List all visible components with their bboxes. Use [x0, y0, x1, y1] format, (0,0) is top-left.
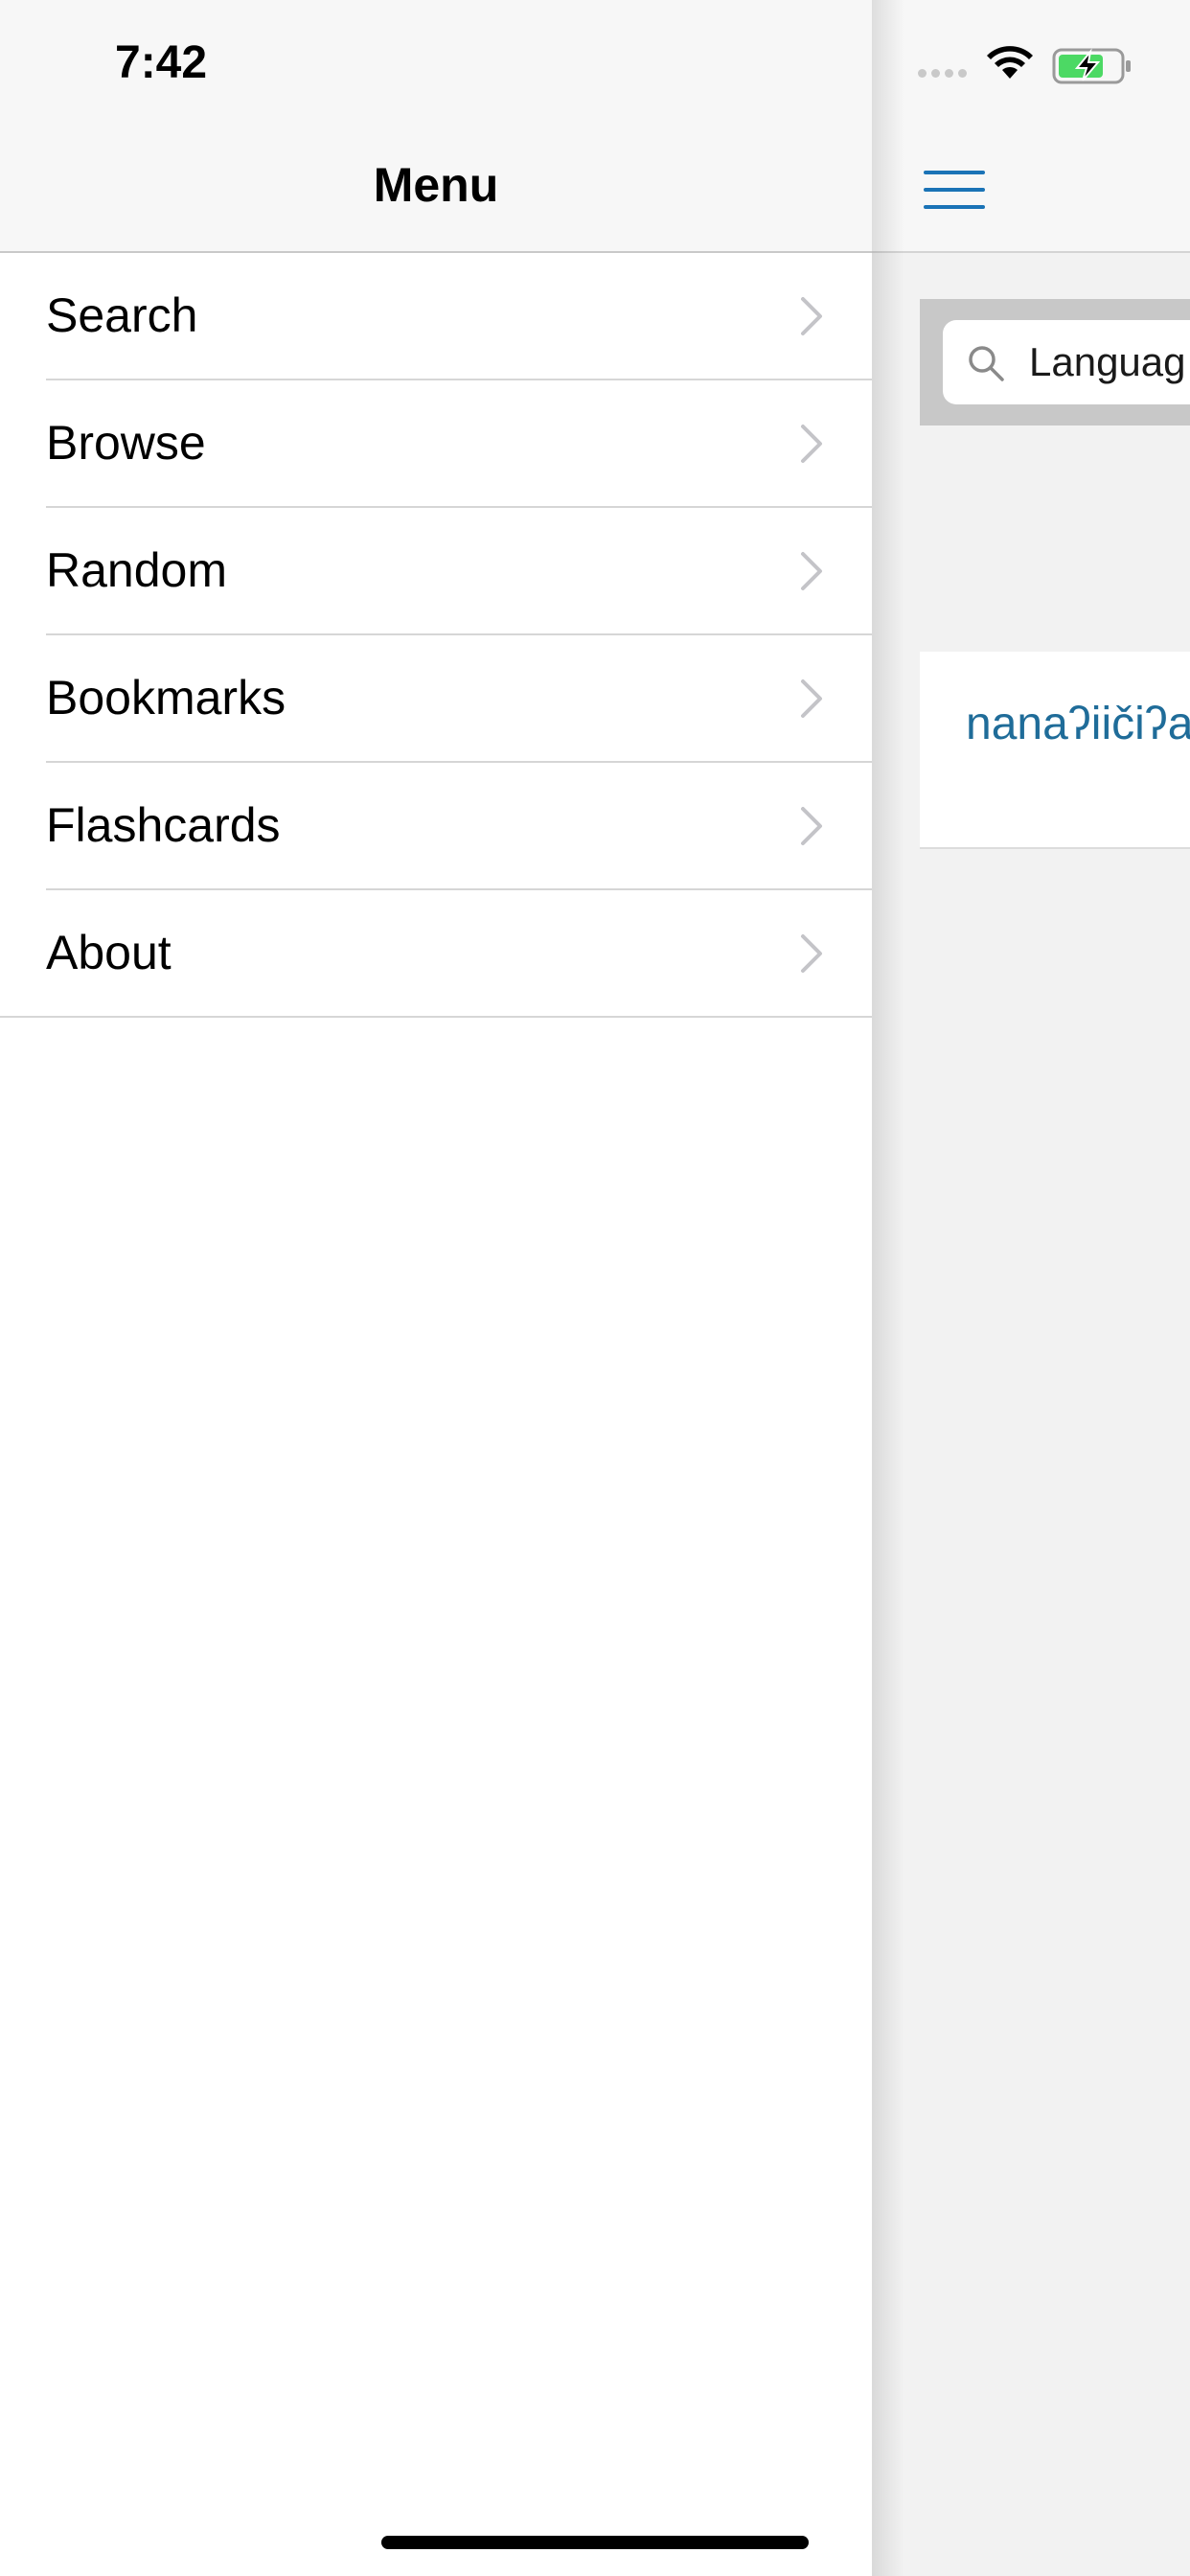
- drawer-header: 7:42 Menu: [0, 0, 872, 253]
- chevron-right-icon: [801, 934, 822, 973]
- menu-item-label: Browse: [46, 416, 206, 470]
- menu-item-label: Search: [46, 288, 198, 342]
- menu-item-random[interactable]: Random: [0, 508, 872, 635]
- menu-item-label: Bookmarks: [46, 671, 286, 724]
- main-navbar: [872, 132, 1190, 253]
- status-time: 7:42: [115, 37, 208, 88]
- menu-list: Search Browse Random Bookmarks Flashcard…: [0, 253, 872, 1018]
- menu-item-search[interactable]: Search: [0, 253, 872, 380]
- search-bar: [920, 299, 1190, 426]
- menu-item-label: Flashcards: [46, 798, 281, 852]
- result-row[interactable]: nanaʔiičiʔa: [920, 652, 1190, 849]
- menu-drawer: 7:42 Menu Search Browse Random Bookmarks…: [0, 0, 872, 2576]
- home-indicator[interactable]: [381, 2536, 809, 2549]
- chevron-right-icon: [801, 425, 822, 463]
- search-input[interactable]: [1029, 334, 1190, 391]
- menu-item-flashcards[interactable]: Flashcards: [0, 763, 872, 890]
- main-panel: nanaʔiičiʔa: [872, 0, 1190, 2576]
- search-icon: [969, 346, 1004, 381]
- chevron-right-icon: [801, 552, 822, 590]
- search-field[interactable]: [943, 320, 1190, 404]
- wifi-icon: [987, 46, 1033, 79]
- menu-title: Menu: [373, 158, 499, 212]
- battery-charging-icon: [1052, 48, 1131, 84]
- result-title[interactable]: nanaʔiičiʔa: [966, 698, 1190, 750]
- menu-item-label: About: [46, 926, 172, 979]
- menu-item-bookmarks[interactable]: Bookmarks: [0, 635, 872, 763]
- menu-item-about[interactable]: About: [0, 890, 872, 1018]
- menu-item-browse[interactable]: Browse: [0, 380, 872, 508]
- status-bar-right: [872, 0, 1190, 132]
- menu-item-label: Random: [46, 543, 227, 597]
- chevron-right-icon: [801, 807, 822, 845]
- chevron-right-icon: [801, 297, 822, 335]
- chevron-right-icon: [801, 679, 822, 718]
- hamburger-menu-icon[interactable]: [924, 169, 985, 211]
- cellular-signal-icon: [918, 69, 967, 78]
